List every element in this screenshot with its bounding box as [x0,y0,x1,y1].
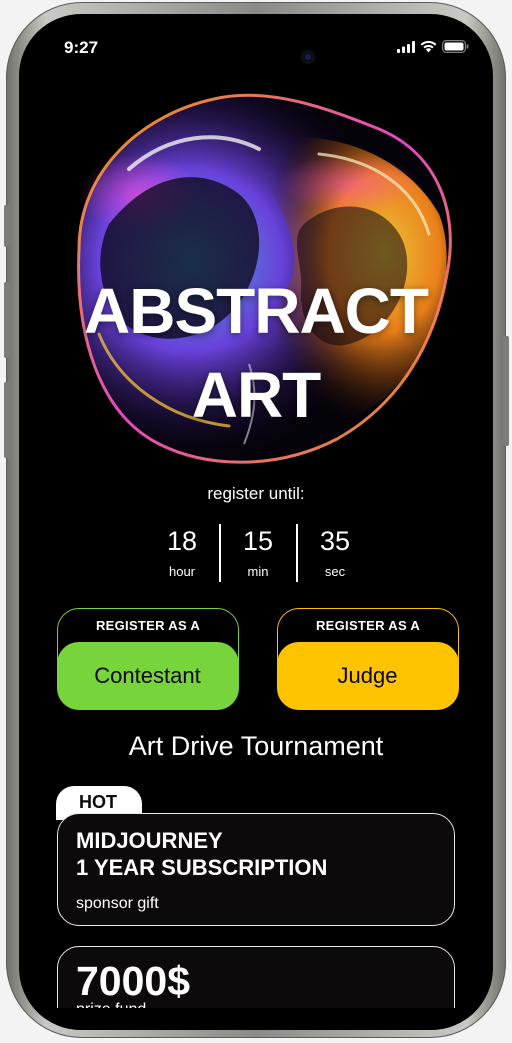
prize-subtitle: sponsor gift [76,895,159,912]
tournament-title: Art Drive Tournament [128,731,384,761]
battery-icon [442,40,469,53]
prize-fund-amount: 7000$ [76,958,191,1004]
register-judge-prefix: REGISTER AS A [315,618,421,633]
bottom-cutoff [19,1008,493,1030]
prize-headline: MIDJOURNEY 1 YEAR SUBSCRIPTION [76,828,328,880]
hero-artwork: ABSTRACT ART [19,74,493,474]
register-judge-button[interactable]: Judge [276,642,459,710]
countdown-minutes-value: 15 [242,526,274,556]
countdown-seconds: 35 sec [298,524,372,579]
countdown-minutes: 15 min [221,524,295,579]
cellular-signal-icon [397,40,415,53]
side-button-volume-up [4,282,10,358]
countdown-hours-unit: hour [168,564,196,579]
side-button-volume-down [4,382,10,458]
status-time: 9:27 [64,38,99,57]
register-until-caption: register until: [207,484,305,503]
side-button-power [503,336,509,446]
countdown-seconds-value: 35 [319,526,351,556]
countdown-timer: 18 hour 15 min 35 sec [145,524,367,584]
register-contestant-prefix: REGISTER AS A [95,618,201,633]
front-camera [301,50,315,64]
hero-title: ABSTRACT ART [19,279,493,427]
status-icons [397,40,469,53]
countdown-hours: 18 hour [145,524,219,579]
hero-title-line1: ABSTRACT [84,275,429,347]
wifi-icon [420,40,437,53]
register-contestant-card: REGISTER AS A Contestant [56,608,239,710]
countdown-minutes-unit: min [247,564,269,579]
prize-card-subscription[interactable]: MIDJOURNEY 1 YEAR SUBSCRIPTION sponsor g… [57,813,455,926]
status-bar: 9:27 [19,14,493,74]
hero-title-line2: ART [191,359,322,431]
register-judge-card: REGISTER AS A Judge [276,608,459,710]
countdown-hours-value: 18 [166,526,198,556]
countdown-seconds-unit: sec [324,564,346,579]
phone-screen: 9:27 ABSTRACT ART register until: 18 hou… [19,14,493,1030]
side-button-silent [4,205,10,247]
register-contestant-button[interactable]: Contestant [56,642,239,710]
